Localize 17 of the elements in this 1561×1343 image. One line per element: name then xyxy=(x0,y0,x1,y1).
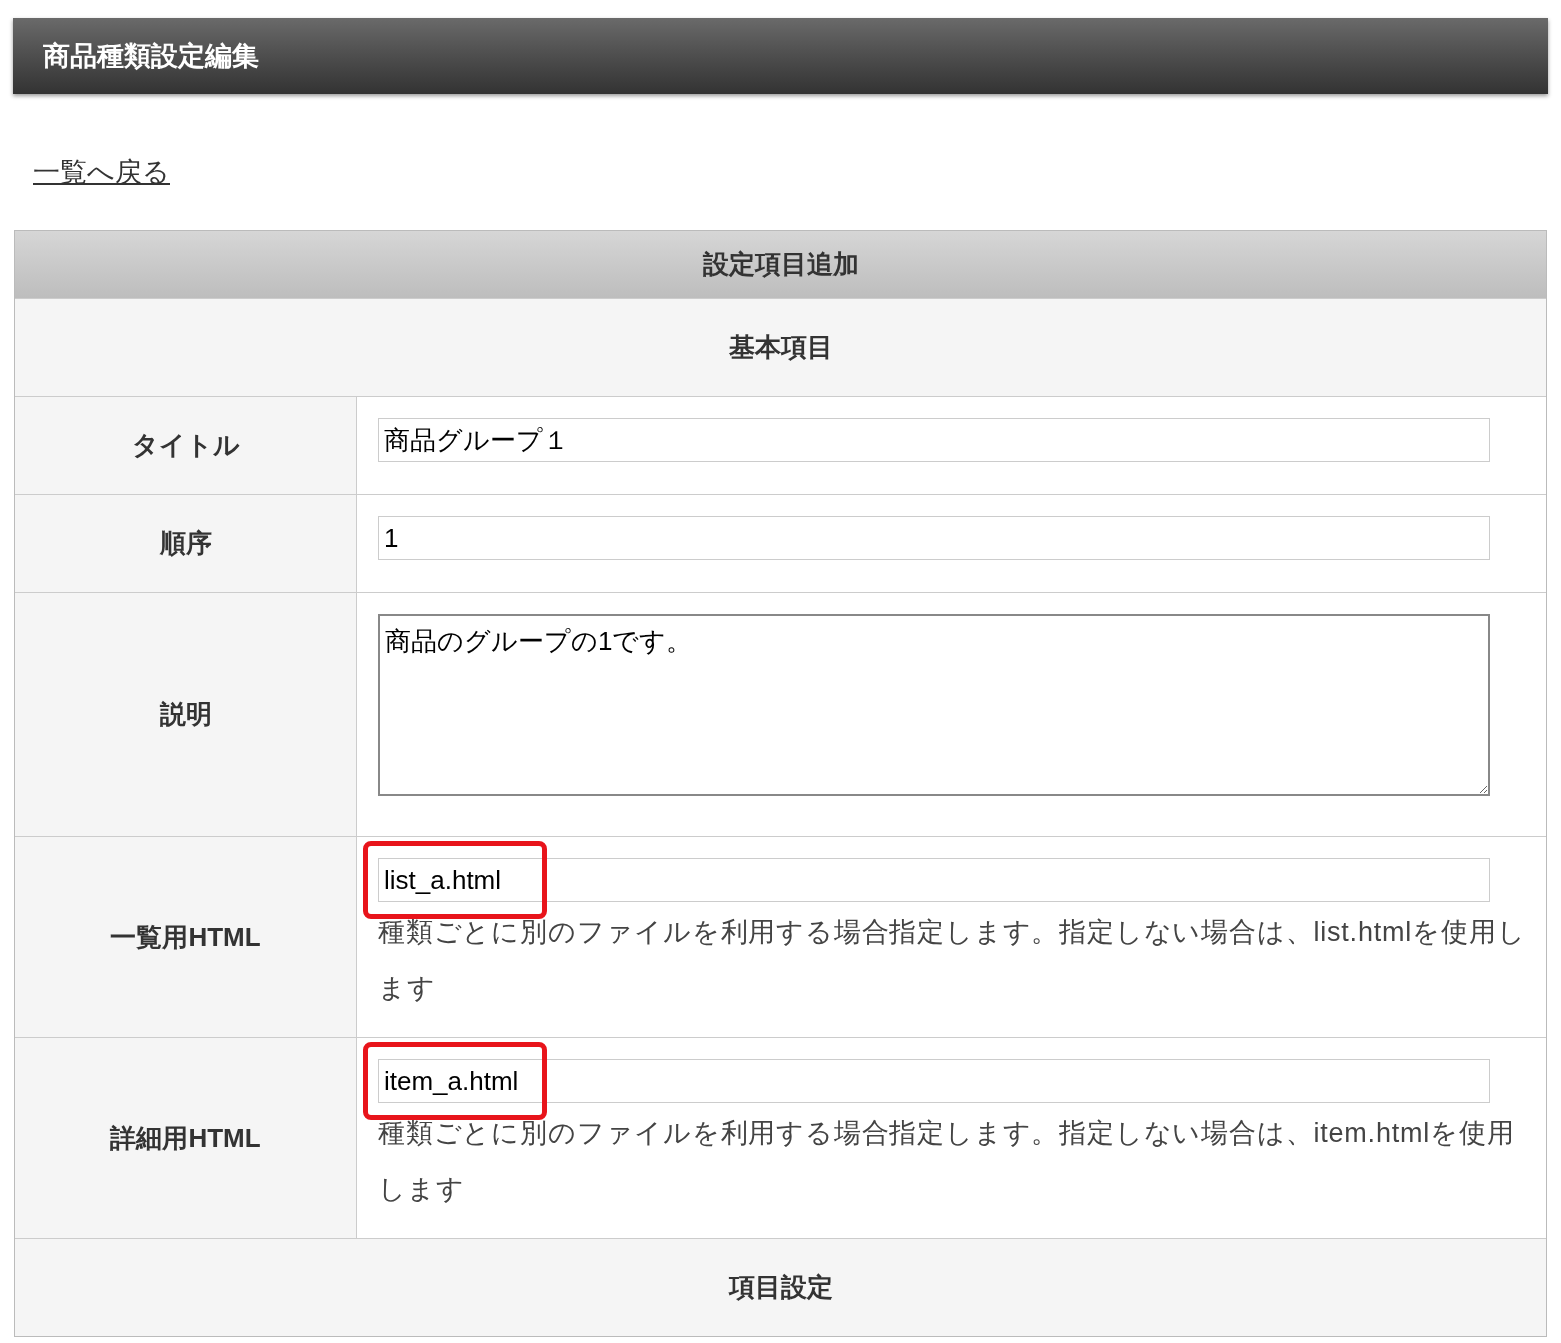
help-text: 種類ごとに別のファイルを利用する場合指定します。指定しない場合は、list.htmlを使用します xyxy=(378,916,1526,1005)
description-field[interactable]: 商品のグループの1です。 xyxy=(378,614,1490,796)
table-header: 設定項目追加 xyxy=(15,231,1546,298)
input-field[interactable]: 1 xyxy=(378,516,1490,560)
section-header: 項目設定 xyxy=(15,1238,1546,1336)
row-label: 一覧用HTML xyxy=(15,837,357,1037)
row-label: 説明 xyxy=(15,593,357,836)
help-text: 種類ごとに別のファイルを利用する場合指定します。指定しない場合は、item.htmlを使用します xyxy=(378,1117,1516,1206)
row-label: 詳細用HTML xyxy=(15,1038,357,1238)
page-title: 商品種類設定編集 xyxy=(43,39,259,73)
input-field[interactable]: item_a.html xyxy=(378,1059,1490,1103)
input-field[interactable]: 商品グループ１ xyxy=(378,418,1490,462)
row-label: タイトル xyxy=(15,397,357,494)
back-link[interactable]: 一覧へ戻る xyxy=(33,152,170,193)
input-field[interactable]: list_a.html xyxy=(378,858,1490,902)
section-header: 基本項目 xyxy=(15,298,1546,396)
row-label: 順序 xyxy=(15,495,357,592)
